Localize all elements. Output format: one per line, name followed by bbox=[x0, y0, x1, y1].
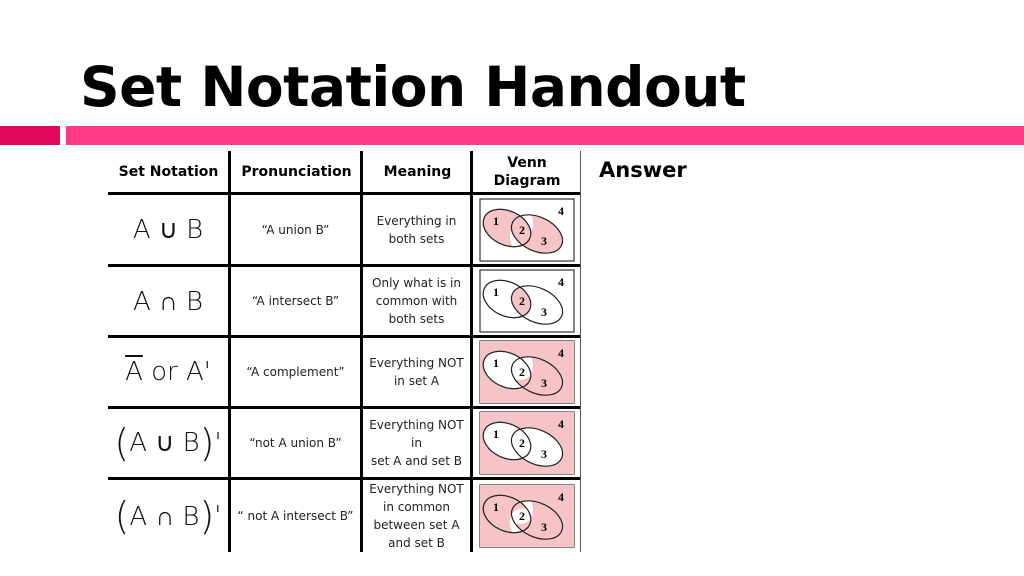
venn-cell: 1 2 3 4 bbox=[473, 338, 580, 406]
svg-text:4: 4 bbox=[558, 204, 564, 218]
venn-diagram: 1 2 3 4 bbox=[478, 411, 575, 475]
meaning-line: Everything NOT bbox=[369, 356, 464, 370]
svg-text:1: 1 bbox=[493, 427, 499, 441]
notation-text: A ∩ B bbox=[129, 501, 200, 532]
svg-text:4: 4 bbox=[558, 490, 564, 504]
svg-text:4: 4 bbox=[558, 346, 564, 360]
header-meaning: Meaning bbox=[383, 164, 452, 180]
pronunciation-cell: “not A union B” bbox=[249, 436, 342, 450]
svg-text:3: 3 bbox=[541, 447, 547, 461]
meaning-line: common with bbox=[375, 294, 458, 308]
svg-text:1: 1 bbox=[493, 356, 499, 370]
venn-diagram: 1 2 3 4 bbox=[478, 484, 575, 548]
meaning-cell: Everything in both sets bbox=[363, 195, 470, 264]
svg-text:2: 2 bbox=[519, 509, 525, 523]
row-divider bbox=[108, 335, 580, 338]
header-set-notation: Set Notation bbox=[118, 164, 219, 180]
svg-text:4: 4 bbox=[558, 275, 564, 289]
meaning-line: and set B bbox=[388, 536, 445, 550]
notation-cell: A ∪ B bbox=[108, 195, 228, 264]
meaning-line: set A and set B bbox=[371, 454, 462, 468]
pronunciation-cell: “ not A intersect B” bbox=[237, 509, 354, 523]
notation-text: A bbox=[125, 357, 143, 387]
notation-text: A ∩ B bbox=[132, 286, 204, 317]
venn-cell: 1 2 3 4 bbox=[473, 267, 580, 335]
meaning-line: Everything NOT bbox=[369, 482, 464, 496]
column-divider bbox=[470, 151, 473, 552]
svg-text:3: 3 bbox=[541, 234, 547, 248]
answer-label: Answer bbox=[599, 158, 687, 182]
slide-title: Set Notation Handout bbox=[80, 55, 746, 119]
meaning-line: in bbox=[411, 436, 422, 450]
header-venn-diagram: Venn Diagram bbox=[493, 155, 561, 189]
notation-cell: A or A' bbox=[125, 357, 211, 387]
row-divider bbox=[108, 477, 580, 480]
accent-bar-light bbox=[66, 126, 1024, 145]
venn-cell: 1 2 3 4 bbox=[473, 195, 580, 264]
set-notation-table: Set Notation Pronunciation Meaning Venn … bbox=[108, 151, 581, 552]
venn-cell: 1 2 3 4 bbox=[473, 409, 580, 477]
svg-text:1: 1 bbox=[493, 500, 499, 514]
svg-text:1: 1 bbox=[493, 214, 499, 228]
meaning-cell: Everything NOT in set A bbox=[363, 338, 470, 406]
notation-cell: (A ∩ B) ' bbox=[114, 494, 222, 538]
svg-text:2: 2 bbox=[519, 436, 525, 450]
notation-cell: A ∩ B bbox=[108, 267, 228, 335]
meaning-cell: Everything NOT in common between set A and … bbox=[363, 480, 470, 552]
row-divider bbox=[108, 192, 580, 195]
venn-diagram: 1 2 3 4 bbox=[478, 197, 575, 262]
pronunciation-cell: “A intersect B” bbox=[251, 294, 340, 308]
meaning-cell: Only what is in common with both sets bbox=[363, 267, 470, 335]
svg-text:3: 3 bbox=[541, 376, 547, 390]
svg-text:2: 2 bbox=[519, 223, 525, 237]
venn-diagram: 1 2 3 4 bbox=[478, 340, 575, 404]
svg-text:4: 4 bbox=[558, 417, 564, 431]
header-pronunciation: Pronunciation bbox=[241, 164, 352, 180]
venn-cell: 1 2 3 4 bbox=[473, 480, 580, 552]
notation-text: A ∪ B bbox=[129, 428, 200, 458]
svg-text:2: 2 bbox=[519, 294, 525, 308]
column-divider bbox=[360, 151, 363, 552]
meaning-line: Everything NOT bbox=[369, 418, 464, 432]
notation-cell: (A ∪ B) ' bbox=[114, 421, 222, 465]
svg-text:1: 1 bbox=[493, 285, 499, 299]
meaning-cell: Everything NOT in set A and set B bbox=[363, 409, 470, 477]
meaning-line: Only what is in bbox=[372, 276, 461, 290]
svg-text:3: 3 bbox=[541, 520, 547, 534]
column-divider bbox=[228, 151, 231, 552]
venn-diagram: 1 2 3 4 bbox=[478, 269, 575, 333]
pronunciation-cell: “A union B” bbox=[261, 222, 330, 237]
svg-text:2: 2 bbox=[519, 365, 525, 379]
svg-text:3: 3 bbox=[541, 305, 547, 319]
meaning-line: between set A bbox=[373, 518, 460, 532]
accent-bar-dark bbox=[0, 126, 60, 145]
meaning-line: both sets bbox=[388, 231, 445, 246]
row-divider bbox=[108, 264, 580, 267]
meaning-line: Everything in bbox=[376, 213, 457, 228]
notation-text: A ∪ B bbox=[132, 214, 204, 245]
row-divider bbox=[108, 406, 580, 409]
meaning-line: in set A bbox=[393, 374, 440, 388]
meaning-line: both sets bbox=[388, 312, 445, 326]
meaning-line: in common bbox=[382, 500, 451, 514]
pronunciation-cell: “A complement” bbox=[246, 365, 345, 379]
